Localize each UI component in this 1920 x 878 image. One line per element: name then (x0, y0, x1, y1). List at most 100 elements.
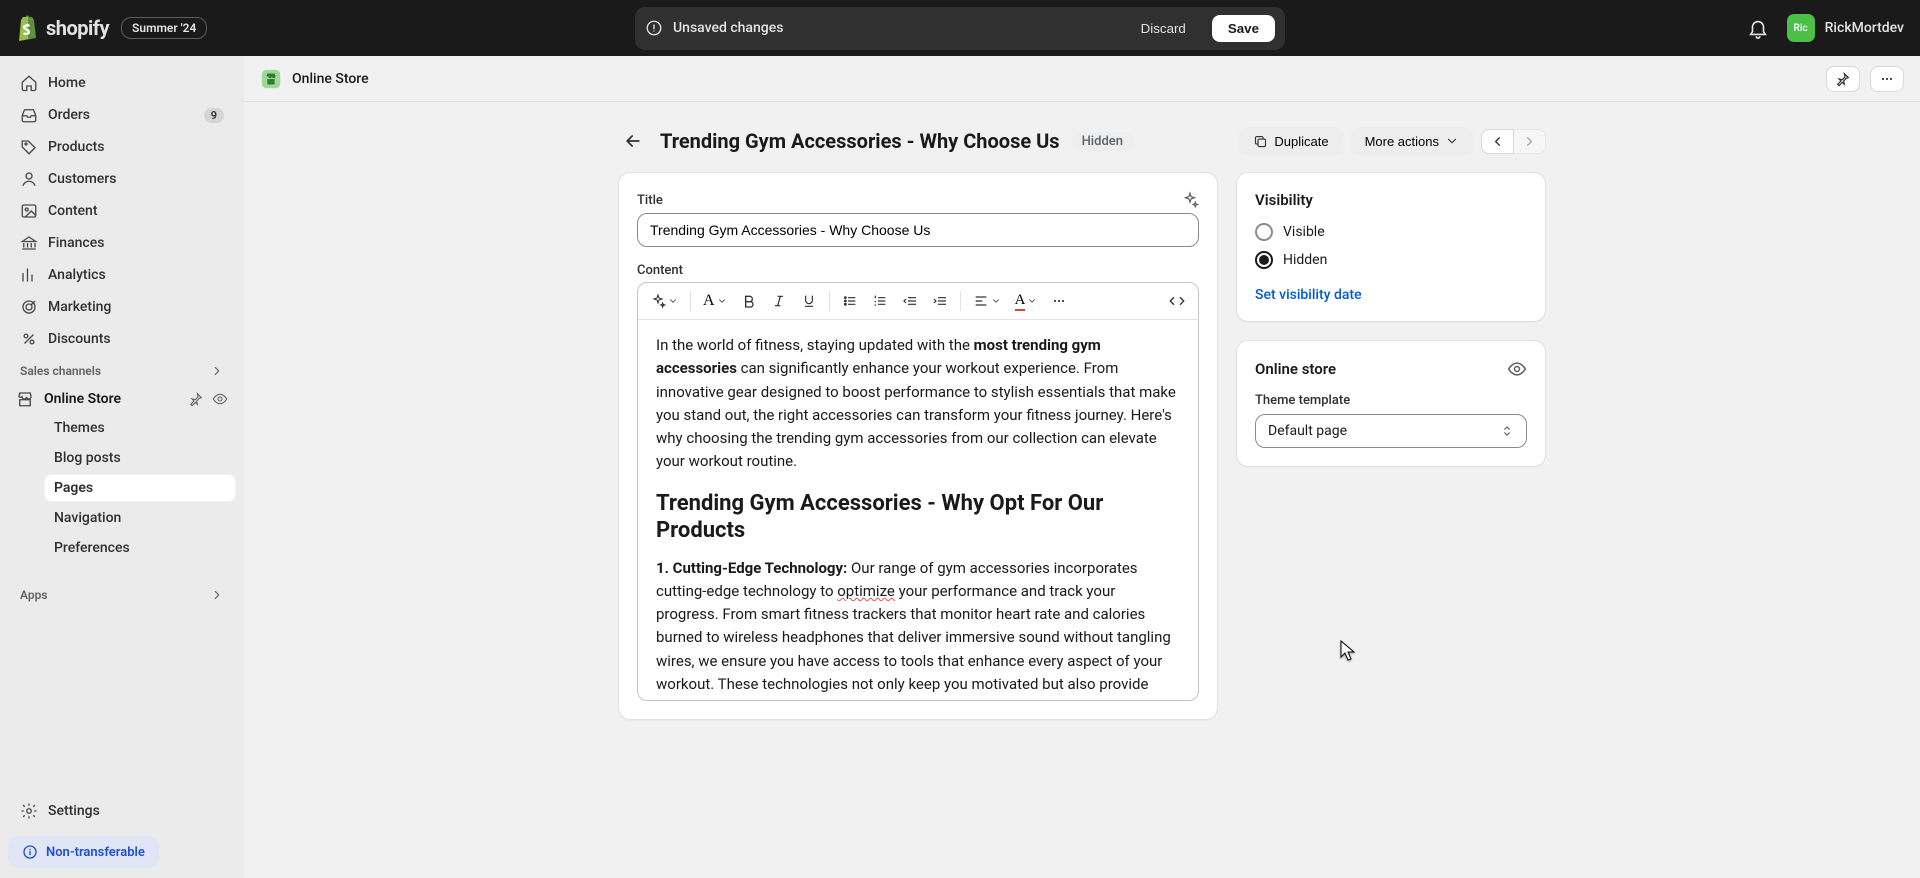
rich-text-editor: A A (637, 282, 1199, 701)
eye-icon[interactable] (1507, 359, 1527, 379)
editor-toolbar: A A (638, 283, 1198, 320)
nav-analytics[interactable]: Analytics (8, 260, 236, 290)
outdent-button[interactable] (896, 287, 924, 315)
main: Online Store Trending Gym Accessories - … (244, 56, 1920, 878)
alert-icon (645, 19, 663, 37)
more-menu-button[interactable] (1870, 66, 1904, 92)
nav-products[interactable]: Products (8, 132, 236, 162)
sales-channels-header[interactable]: Sales channels (8, 354, 236, 384)
code-view-button[interactable] (1162, 287, 1192, 315)
subnav-themes[interactable]: Themes (44, 414, 236, 442)
eye-icon[interactable] (212, 391, 228, 407)
chart-icon (20, 266, 38, 284)
paragraph-style[interactable]: A (697, 287, 733, 315)
underline-button[interactable] (795, 287, 823, 315)
channel-online-store[interactable]: Online Store (8, 384, 236, 414)
editor-scroll[interactable]: In the world of fitness, staying updated… (638, 320, 1198, 700)
primary-nav: Home Orders9 Products Customers Content … (8, 68, 236, 354)
bullet-list-button[interactable] (836, 287, 864, 315)
indent-icon (932, 293, 948, 309)
text-color-button[interactable]: A (1009, 287, 1044, 315)
shopify-wordmark: shopify (46, 16, 109, 40)
content-label: Content (637, 263, 1199, 278)
code-icon (1168, 292, 1186, 310)
chevron-down-icon (717, 296, 727, 306)
numbered-list-button[interactable] (866, 287, 894, 315)
nav-orders[interactable]: Orders9 (8, 100, 236, 130)
sparkle-icon[interactable] (1181, 191, 1199, 209)
topbar-right: Ric RickMortdev (1747, 14, 1904, 42)
overflow-button[interactable] (1045, 287, 1073, 315)
apps-header[interactable]: Apps (8, 578, 236, 608)
pin-page-button[interactable] (1826, 66, 1860, 92)
sparkle-icon (650, 293, 666, 309)
shell: Home Orders9 Products Customers Content … (0, 56, 1920, 878)
online-store-card: Online store Theme template Default page (1236, 340, 1546, 467)
user-menu[interactable]: Ric RickMortdev (1787, 14, 1904, 42)
save-button[interactable]: Save (1212, 15, 1275, 42)
visibility-heading: Visibility (1255, 191, 1527, 209)
bold-icon (741, 293, 757, 309)
italic-button[interactable] (765, 287, 793, 315)
discard-button[interactable]: Discard (1127, 15, 1200, 42)
ai-button[interactable] (644, 287, 684, 315)
online-store-heading: Online store (1255, 360, 1336, 378)
list-icon (842, 293, 858, 309)
nav-content[interactable]: Content (8, 196, 236, 226)
duplicate-button[interactable]: Duplicate (1239, 127, 1342, 156)
store-icon (16, 390, 34, 408)
notifications-icon[interactable] (1747, 17, 1769, 39)
orders-badge: 9 (204, 108, 224, 123)
subnav-pages[interactable]: Pages (44, 474, 236, 502)
nav-customers[interactable]: Customers (8, 164, 236, 194)
home-icon (20, 74, 38, 92)
image-icon (20, 202, 38, 220)
title-content-card: Title Content A (618, 172, 1218, 720)
chevron-right-icon (210, 588, 224, 602)
subnav-navigation[interactable]: Navigation (44, 504, 236, 532)
align-button[interactable] (967, 287, 1007, 315)
paragraph-1: In the world of fitness, staying updated… (656, 334, 1180, 474)
chevron-down-icon (1027, 296, 1037, 306)
title-input[interactable] (637, 213, 1199, 247)
nav-marketing[interactable]: Marketing (8, 292, 236, 322)
subnav-blog-posts[interactable]: Blog posts (44, 444, 236, 472)
content-scroll[interactable]: Trending Gym Accessories - Why Choose Us… (244, 102, 1920, 878)
visibility-visible[interactable]: Visible (1255, 223, 1527, 241)
more-actions-button[interactable]: More actions (1351, 127, 1473, 156)
radio-icon (1255, 223, 1273, 241)
nav-home[interactable]: Home (8, 68, 236, 98)
arrow-left-icon (623, 131, 643, 151)
chevron-down-icon (668, 296, 678, 306)
pin-icon[interactable] (188, 391, 204, 407)
unsaved-changes-bar: Unsaved changes Discard Save (635, 7, 1285, 50)
non-transferable-pill[interactable]: Non-transferable (8, 836, 159, 868)
dots-icon (1051, 293, 1067, 309)
nav-discounts[interactable]: Discounts (8, 324, 236, 354)
indent-button[interactable] (926, 287, 954, 315)
next-page-button[interactable] (1514, 129, 1546, 154)
shopify-logo: shopify (16, 15, 109, 41)
bank-icon (20, 234, 38, 252)
set-visibility-date[interactable]: Set visibility date (1255, 287, 1362, 303)
nav-finances[interactable]: Finances (8, 228, 236, 258)
chevron-down-icon (991, 296, 1001, 306)
topbar: shopify Summer '24 Unsaved changes Disca… (0, 0, 1920, 56)
sidebar: Home Orders9 Products Customers Content … (0, 56, 244, 878)
user-icon (20, 170, 38, 188)
bold-button[interactable] (735, 287, 763, 315)
page-title: Trending Gym Accessories - Why Choose Us (660, 129, 1060, 153)
editor-body[interactable]: In the world of fitness, staying updated… (638, 320, 1198, 700)
chevron-right-icon (210, 364, 224, 378)
nav-settings[interactable]: Settings (8, 796, 236, 826)
select-icon (1500, 424, 1514, 438)
context-breadcrumb: Online Store (292, 71, 369, 87)
prev-page-button[interactable] (1481, 129, 1514, 154)
visibility-hidden[interactable]: Hidden (1255, 251, 1527, 269)
status-badge: Hidden (1072, 132, 1133, 151)
back-button[interactable] (618, 126, 648, 156)
theme-template-select[interactable]: Default page (1255, 414, 1527, 448)
subnav-preferences[interactable]: Preferences (44, 534, 236, 562)
ordered-list-icon (872, 293, 888, 309)
shopify-bag-icon (16, 15, 40, 41)
